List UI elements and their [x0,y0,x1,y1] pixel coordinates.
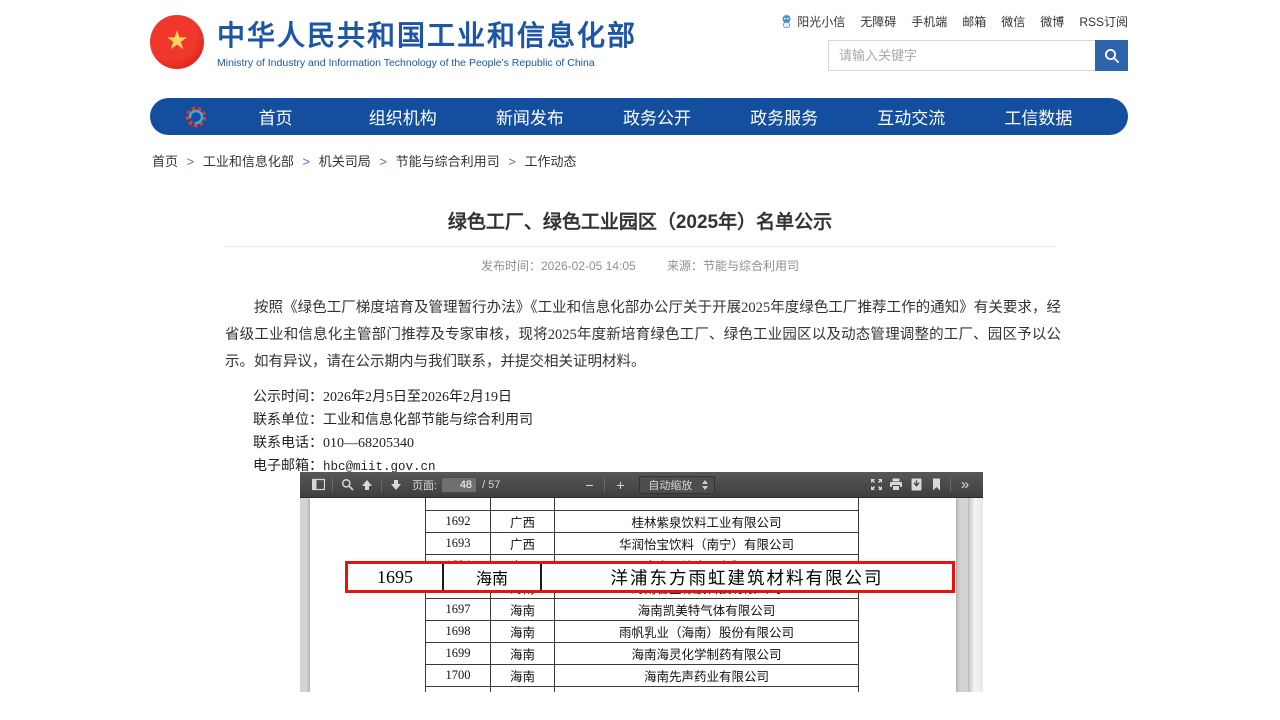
page-total: / 57 [482,479,500,491]
row-no: 1698 [426,621,491,643]
breadcrumb-home[interactable]: 首页 [152,154,178,169]
row-province: 广西 [491,533,555,555]
publish-time: 发布时间：2026-02-05 14:05 [481,259,636,273]
article-source: 来源：节能与综合利用司 [667,259,799,273]
row-province: 海南 [444,564,542,590]
table-row: 1699 海南 海南海灵化学制药有限公司 [426,643,860,665]
article-paragraph: 按照《绿色工厂梯度培育及管理暂行办法》《工业和信息化部办公厅关于开展2025年度… [225,295,1061,376]
highlighted-row-callout: 1695 海南 洋浦东方雨虹建筑材料有限公司 [345,561,955,593]
page-number-input[interactable] [441,477,477,493]
pdf-viewer: 页面: / 57 − + 自动缩放 » [300,472,983,693]
utility-link-accessibility[interactable]: 无障碍 [860,13,896,30]
find-icon[interactable] [337,475,357,495]
table-row: 1698 海南 雨帆乳业（海南）股份有限公司 [426,621,860,643]
nav-item-miit-data[interactable]: 工信数据 [975,104,1102,129]
pdf-scrollbar[interactable] [968,498,983,692]
row-company: 雨帆乳业（海南）股份有限公司 [555,621,859,643]
table-row: 1692 广西 桂林紫泉饮料工业有限公司 [426,511,860,533]
bookmark-icon[interactable] [926,475,946,495]
utility-link-weibo[interactable]: 微博 [1040,13,1064,30]
site-subtitle: Ministry of Industry and Information Tec… [217,57,637,69]
row-province: 海南 [491,665,555,687]
search-icon [1104,48,1120,64]
zoom-select[interactable]: 自动缩放 [639,476,715,494]
breadcrumb-energy-dept[interactable]: 节能与综合利用司 [396,154,500,169]
nav-item-home[interactable]: 首页 [212,104,339,129]
mascot-icon [780,14,793,29]
page-up-icon[interactable] [357,475,377,495]
contact-unit: 联系单位：工业和信息化部节能与综合利用司 [253,409,533,432]
utility-link-sunshine[interactable]: 阳光小信 [780,13,845,30]
companies-table: 1692 广西 桂林紫泉饮料工业有限公司 1693 广西 华润怡宝饮料（南宁）有… [425,498,860,692]
nav-item-interaction[interactable]: 互动交流 [848,104,975,129]
row-company: 洋浦东方雨虹建筑材料有限公司 [542,564,952,590]
row-no: 1697 [426,599,491,621]
pdf-toolbar: 页面: / 57 − + 自动缩放 » [300,472,983,498]
breadcrumb-work-updates[interactable]: 工作动态 [524,154,576,169]
page-down-icon[interactable] [386,475,406,495]
row-province: 海南 [491,599,555,621]
row-company: 桂林紫泉饮料工业有限公司 [555,511,859,533]
row-company: 华润怡宝饮料（南宁）有限公司 [555,533,859,555]
pdf-content-area: 1692 广西 桂林紫泉饮料工业有限公司 1693 广西 华润怡宝饮料（南宁）有… [300,498,983,692]
row-company: 海南先声药业有限公司 [555,665,859,687]
row-no: 1695 [348,564,444,590]
select-caret-icon [702,480,708,490]
nav-gear-logo-icon [184,105,208,129]
page-label: 页面: [412,477,437,493]
row-province: 海南 [491,643,555,665]
row-no: 1699 [426,643,491,665]
utility-link-rss[interactable]: RSS订阅 [1079,13,1128,30]
table-row-partial [426,498,860,511]
table-row: 1693 广西 华润怡宝饮料（南宁）有限公司 [426,533,860,555]
nav-item-organization[interactable]: 组织机构 [339,104,466,129]
site-title: 中华人民共和国工业和信息化部 [217,14,637,54]
download-icon[interactable] [906,475,926,495]
nav-item-gov-services[interactable]: 政务服务 [721,104,848,129]
main-nav: 首页 组织机构 新闻发布 政务公开 政务服务 互动交流 工信数据 [150,98,1128,135]
national-emblem-icon: ★ [150,15,204,69]
row-no: 1700 [426,665,491,687]
breadcrumb: 首页 > 工业和信息化部 > 机关司局 > 节能与综合利用司 > 工作动态 [152,151,576,170]
print-icon[interactable] [886,475,906,495]
row-no: 1692 [426,511,491,533]
pdf-page: 1692 广西 桂林紫泉饮料工业有限公司 1693 广西 华润怡宝饮料（南宁）有… [310,498,956,692]
emblem-star-icon: ★ [165,27,188,53]
row-company: 海南海灵化学制药有限公司 [555,643,859,665]
breadcrumb-departments[interactable]: 机关司局 [319,154,371,169]
nav-item-gov-disclosure[interactable]: 政务公开 [593,104,720,129]
table-row: 1700 海南 海南先声药业有限公司 [426,665,860,687]
zoom-in-icon[interactable]: + [609,477,631,493]
table-row: 1697 海南 海南凯美特气体有限公司 [426,599,860,621]
table-row-partial [426,687,860,692]
search-bar [828,40,1128,71]
more-tools-icon[interactable]: » [955,475,975,495]
article-title: 绿色工厂、绿色工业园区（2025年）名单公示 [225,207,1055,234]
search-input[interactable] [829,41,1095,70]
row-company: 海南凯美特气体有限公司 [555,599,859,621]
article-meta: 发布时间：2026-02-05 14:05 来源：节能与综合利用司 [225,257,1055,274]
utility-links: 阳光小信 无障碍 手机端 邮箱 微信 微博 RSS订阅 [780,13,1128,30]
utility-link-mobile[interactable]: 手机端 [911,13,947,30]
utility-link-mail[interactable]: 邮箱 [962,13,986,30]
utility-link-wechat[interactable]: 微信 [1001,13,1025,30]
contact-phone: 联系电话：010—68205340 [253,432,533,455]
contact-time: 公示时间：2026年2月5日至2026年2月19日 [253,386,533,409]
breadcrumb-miit[interactable]: 工业和信息化部 [203,154,294,169]
sidebar-toggle-icon[interactable] [308,475,328,495]
contact-block: 公示时间：2026年2月5日至2026年2月19日 联系单位：工业和信息化部节能… [225,386,533,479]
site-logo[interactable]: ★ 中华人民共和国工业和信息化部 Ministry of Industry an… [150,14,637,69]
search-button[interactable] [1095,40,1128,71]
nav-item-news[interactable]: 新闻发布 [466,104,593,129]
zoom-out-icon[interactable]: − [578,477,600,493]
presentation-mode-icon[interactable] [866,475,886,495]
row-no: 1693 [426,533,491,555]
title-divider [225,246,1055,247]
row-province: 海南 [491,621,555,643]
row-province: 广西 [491,511,555,533]
